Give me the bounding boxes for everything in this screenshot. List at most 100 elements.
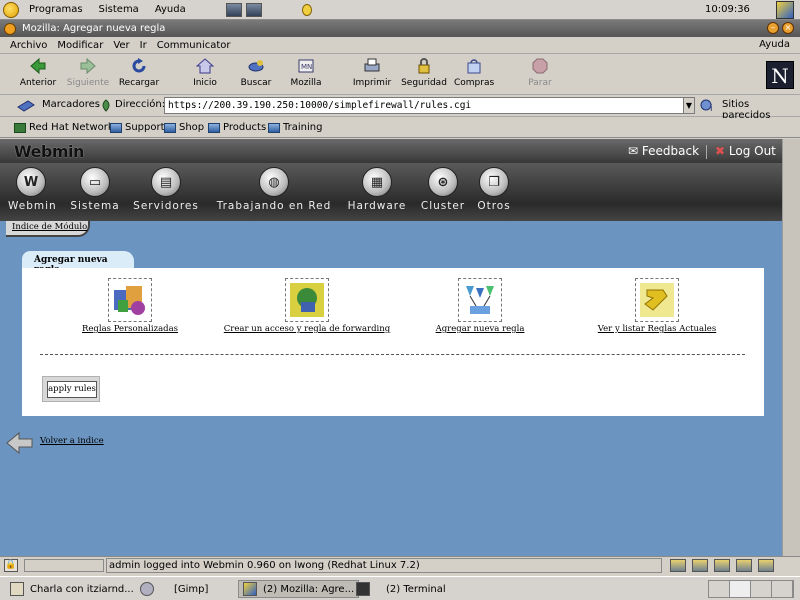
panel-menu-programas[interactable]: Programas — [23, 4, 89, 15]
editor-icon[interactable] — [758, 559, 774, 572]
workspace-pager[interactable] — [708, 580, 794, 598]
composer-icon[interactable] — [714, 559, 730, 572]
print-icon — [363, 57, 381, 75]
lock-icon — [415, 57, 433, 75]
category-webmin[interactable]: W Webmin — [8, 167, 56, 212]
return-to-index-link[interactable]: Volver a indice — [40, 436, 104, 446]
task-terminal[interactable]: (2) Terminal — [356, 580, 446, 598]
related-sites-icon[interactable]: i — [699, 99, 715, 114]
address-book-icon[interactable] — [736, 559, 752, 572]
module-list-rules-label[interactable]: Ver y listar Reglas Actuales — [597, 324, 717, 334]
reload-button[interactable]: Recargar — [117, 57, 161, 88]
location-icon[interactable] — [100, 99, 112, 112]
personal-shop[interactable]: Shop — [164, 122, 204, 133]
workspace-applet-icon[interactable] — [245, 2, 262, 17]
panel-menu-ayuda[interactable]: Ayuda — [149, 4, 192, 15]
stop-button[interactable]: Parar — [523, 57, 557, 88]
workspace-2[interactable] — [730, 581, 751, 597]
personal-products[interactable]: Products — [208, 122, 266, 133]
mozilla-button[interactable]: MN Mozilla — [288, 57, 324, 88]
back-label: Anterior — [19, 78, 57, 88]
category-trabajando-en-red[interactable]: ◍ Trabajando en Red — [214, 167, 334, 212]
address-label: Dirección: — [115, 99, 166, 110]
status-text: admin logged into Webmin 0.960 on lwong … — [106, 558, 662, 573]
search-button[interactable]: Buscar — [238, 57, 274, 88]
netscape-logo[interactable]: N — [766, 61, 794, 89]
panel-menu-sistema[interactable]: Sistema — [93, 4, 145, 15]
module-panel: Reglas Personalizadas Crear un acceso y … — [22, 268, 764, 416]
module-forwarding-label[interactable]: Crear un acceso y regla de forwarding — [222, 324, 392, 334]
module-index-link[interactable]: Indice de Módulo — [12, 222, 87, 232]
personal-redhat-network-label: Red Hat Network — [29, 122, 114, 133]
monitor-applet-icon[interactable] — [225, 2, 242, 17]
category-hardware[interactable]: ▦ Hardware — [346, 167, 408, 212]
task-mozilla[interactable]: (2) Mozilla: Agre... — [238, 580, 360, 598]
panel-clock: 10:09:36 — [705, 4, 750, 15]
url-input[interactable]: https://200.39.190.250:10000/simplefirew… — [164, 97, 684, 114]
back-button[interactable]: Anterior — [18, 57, 58, 88]
mail-icon[interactable] — [692, 559, 708, 572]
print-button[interactable]: Imprimir — [352, 57, 392, 88]
back-arrow-icon[interactable] — [6, 431, 34, 455]
security-label: Seguridad — [401, 78, 447, 88]
menu-archivo[interactable]: Archivo — [5, 40, 52, 51]
gnome-foot-icon[interactable] — [3, 1, 19, 18]
menu-communicator[interactable]: Communicator — [152, 40, 236, 51]
category-otros[interactable]: ❐ Otros — [476, 167, 512, 212]
window-titlebar[interactable]: Mozilla: Agregar nueva regla – × — [0, 20, 800, 37]
module-forwarding[interactable]: Crear un acceso y regla de forwarding — [222, 278, 392, 334]
menu-ir[interactable]: Ir — [135, 40, 152, 51]
menu-ayuda[interactable]: Ayuda — [759, 39, 790, 50]
vertical-scrollbar[interactable] — [782, 139, 800, 556]
personal-toolbar: Red Hat Network Support Shop Products Tr… — [0, 118, 800, 138]
task-gimp[interactable]: [Gimp] — [174, 580, 208, 598]
personal-support-label: Support — [125, 122, 165, 133]
module-list-rules[interactable]: Ver y listar Reglas Actuales — [597, 278, 717, 334]
system-category-icon: ▭ — [80, 167, 110, 197]
module-custom-rules-label[interactable]: Reglas Personalizadas — [70, 324, 190, 334]
forwarding-icon[interactable] — [285, 278, 329, 322]
apply-form: apply rules — [42, 376, 100, 402]
window-menu-icon[interactable] — [4, 22, 16, 35]
minimize-button[interactable]: – — [767, 22, 779, 34]
menu-modificar[interactable]: Modificar — [52, 40, 108, 51]
panel-corner-icon[interactable] — [776, 1, 794, 19]
close-button[interactable]: × — [782, 22, 794, 34]
category-otros-label: Otros — [477, 200, 511, 212]
search-label: Buscar — [240, 78, 272, 88]
list-rules-icon[interactable] — [635, 278, 679, 322]
personal-training[interactable]: Training — [268, 122, 322, 133]
security-lock-icon[interactable]: 🔒 — [4, 559, 18, 572]
home-button[interactable]: Inicio — [188, 57, 222, 88]
forward-button[interactable]: Siguiente — [66, 57, 110, 88]
personal-redhat-network[interactable]: Red Hat Network — [14, 122, 114, 133]
workspace-3[interactable] — [751, 581, 772, 597]
bookmarks-button[interactable]: Marcadores — [42, 99, 100, 110]
bookmarks-icon[interactable] — [16, 99, 36, 112]
url-dropdown-button[interactable]: ▼ — [683, 97, 695, 114]
shop-button[interactable]: Compras — [454, 57, 494, 88]
webmin-logo[interactable]: Webmin — [14, 142, 84, 161]
workspace-4[interactable] — [772, 581, 793, 597]
menubar: Archivo Modificar Ver Ir Communicator Ay… — [0, 37, 800, 54]
apply-rules-button[interactable]: apply rules — [47, 381, 97, 398]
workspace-1[interactable] — [709, 581, 730, 597]
add-rule-icon[interactable] — [458, 278, 502, 322]
navigator-icon[interactable] — [670, 559, 686, 572]
category-cluster[interactable]: ⊛ Cluster — [420, 167, 466, 212]
menu-ver[interactable]: Ver — [108, 40, 134, 51]
feedback-link[interactable]: ✉ Feedback — [628, 144, 699, 158]
lightbulb-icon[interactable] — [301, 3, 312, 16]
category-sistema[interactable]: ▭ Sistema — [68, 167, 122, 212]
gnome-top-panel: Programas Sistema Ayuda 10:09:36 — [0, 0, 800, 20]
custom-rules-icon[interactable] — [108, 278, 152, 322]
module-add-rule[interactable]: Agregar nueva regla — [430, 278, 530, 334]
module-add-rule-label[interactable]: Agregar nueva regla — [430, 324, 530, 334]
personal-products-label: Products — [223, 122, 267, 133]
logout-link[interactable]: ✖ Log Out — [715, 144, 776, 158]
personal-support[interactable]: Support — [110, 122, 165, 133]
module-custom-rules[interactable]: Reglas Personalizadas — [70, 278, 190, 334]
task-chat[interactable]: Charla con itziarnd... — [10, 580, 160, 598]
category-servidores[interactable]: ▤ Servidores — [132, 167, 200, 212]
security-button[interactable]: Seguridad — [401, 57, 447, 88]
